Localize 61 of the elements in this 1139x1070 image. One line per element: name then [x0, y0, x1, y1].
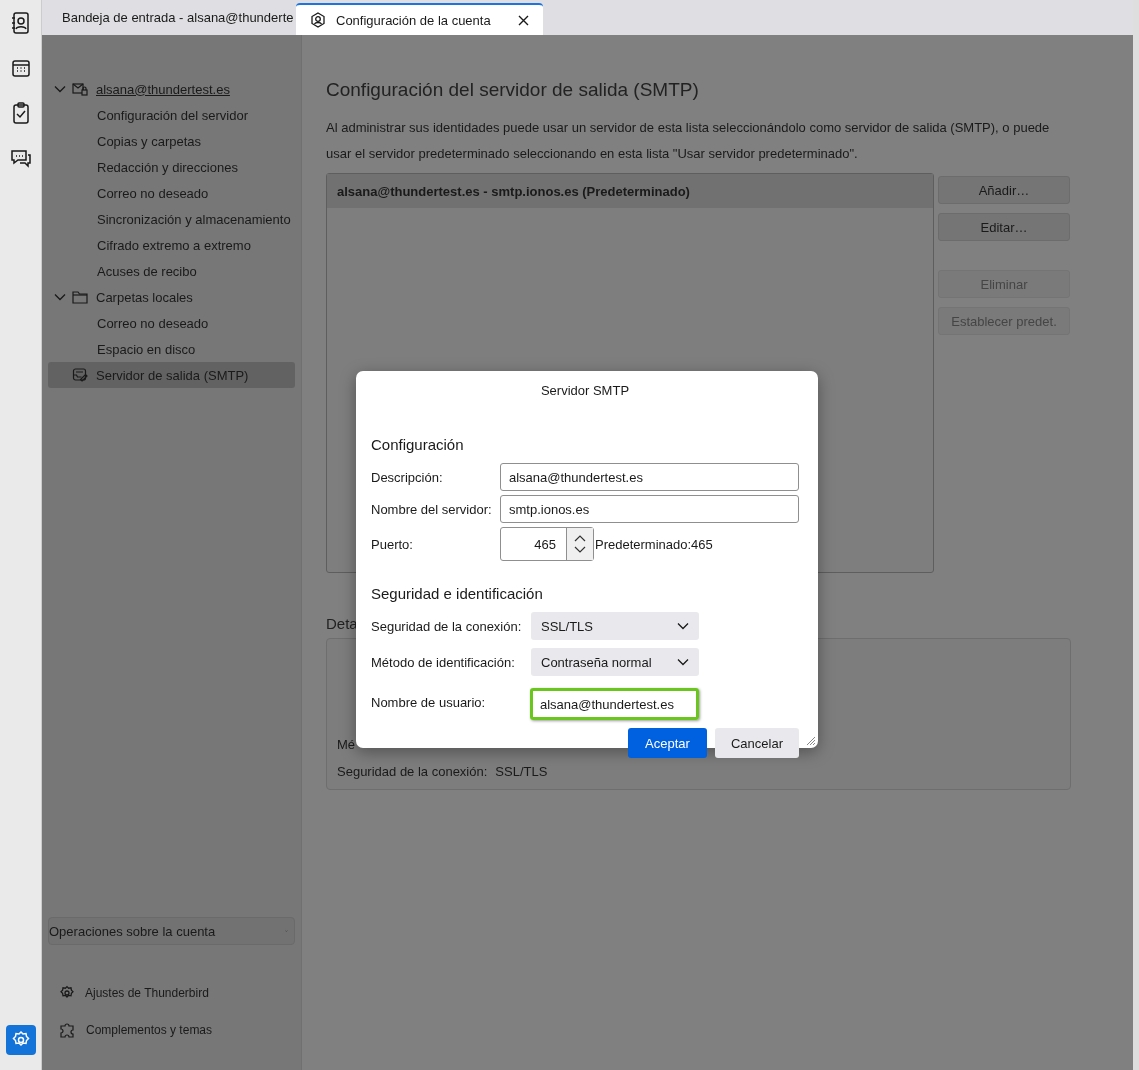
tree-item[interactable]: Cifrado extremo a extremo — [48, 232, 295, 258]
spinner-arrows-icon[interactable] — [573, 533, 587, 555]
tab[interactable]: Configuración de la cuenta — [296, 3, 543, 35]
detail-label: Seguridad de la conexión: — [337, 764, 488, 779]
chat-bubbles-icon — [9, 148, 32, 168]
dropdown[interactable]: SSL/TLS — [531, 612, 699, 640]
default-port-text: Predeterminado:465 — [595, 536, 713, 552]
field-label: Seguridad de la conexión: — [371, 618, 523, 634]
tree-item[interactable]: Espacio en disco — [48, 336, 295, 362]
tab[interactable]: Bandeja de entrada - alsana@thunderte — [42, 0, 296, 35]
field-label: Método de identificación: — [371, 654, 516, 670]
tree-item[interactable]: Redacción y direcciones — [48, 154, 295, 180]
detail-label: Mé — [337, 737, 356, 752]
detail-value: SSL/TLS — [495, 764, 548, 779]
accept-button[interactable]: Aceptar — [627, 728, 707, 758]
tree-item[interactable]: Correo no deseado — [48, 310, 295, 336]
chevron-down-icon — [54, 293, 66, 301]
action-button[interactable]: Añadir… — [938, 176, 1070, 204]
text-field[interactable]: smtp.ionos.es — [500, 495, 799, 523]
section-heading: Configuración — [371, 436, 465, 453]
tree-item[interactable]: Sincronización y almacenamiento — [48, 206, 295, 232]
chevron-down-icon — [677, 658, 689, 666]
sidebar-link[interactable]: Complementos y temas — [59, 1021, 295, 1038]
clipboard-check-icon — [11, 102, 30, 124]
tree-item[interactable]: Servidor de salida (SMTP) — [48, 362, 295, 388]
close-icon[interactable] — [518, 14, 529, 26]
field-label: Nombre de usuario: — [371, 694, 487, 710]
tree-item[interactable]: Carpetas locales — [48, 284, 295, 310]
text-field[interactable]: alsana@thundertest.es — [500, 463, 799, 491]
settings-button[interactable] — [5, 1025, 36, 1055]
user-icon — [310, 12, 326, 28]
number-field[interactable]: 465 — [500, 527, 594, 561]
sidebar-link[interactable]: Ajustes de Thunderbird — [59, 985, 295, 1001]
action-button[interactable]: Editar… — [938, 213, 1070, 241]
chevron-down-icon — [677, 622, 689, 630]
folder-icon — [72, 290, 88, 304]
text-field[interactable]: alsana@thundertest.es — [530, 688, 699, 720]
resize-grip-icon[interactable] — [804, 734, 816, 746]
field-label: Puerto: — [371, 536, 414, 552]
puzzle-icon — [59, 1021, 76, 1038]
page-title: Configuración del servidor de salida (SMTP) — [326, 79, 700, 101]
envelope-lock-icon — [72, 82, 88, 96]
tree-item[interactable]: alsana@thundertest.es — [48, 76, 295, 102]
server-list-item[interactable]: alsana@thundertest.es - smtp.ionos.es (Predeterminado) — [327, 174, 933, 208]
dialog-title: Servidor SMTP — [539, 383, 631, 398]
address-book-icon — [10, 12, 31, 34]
field-label: Descripción: — [371, 469, 444, 485]
tree-item[interactable]: Copias y carpetas — [48, 128, 295, 154]
cancel-button[interactable]: Cancelar — [714, 728, 799, 758]
outbox-icon — [72, 367, 88, 383]
tree-item[interactable]: Configuración del servidor — [48, 102, 295, 128]
tree-item[interactable]: Acuses de recibo — [48, 258, 295, 284]
calendar-icon — [10, 58, 31, 78]
chevron-down-icon — [54, 85, 66, 93]
section-heading: Seguridad e identificación — [371, 585, 544, 602]
section-heading: Deta — [326, 615, 358, 632]
account-actions-button[interactable]: Operaciones sobre la cuenta — [48, 917, 295, 945]
tree-item[interactable]: Correo no deseado — [48, 180, 295, 206]
description-text: Al administrar sus identidades puede usar un servidor de esta lista seleccionándolo como servidor de salida (SMTP), o puede usar el servidor predeterminado seleccionando en esta lista "Usar servidor predeterminado". — [326, 119, 1051, 163]
dropdown[interactable]: Contraseña normal — [531, 648, 699, 676]
field-label: Nombre del servidor: — [371, 501, 493, 517]
